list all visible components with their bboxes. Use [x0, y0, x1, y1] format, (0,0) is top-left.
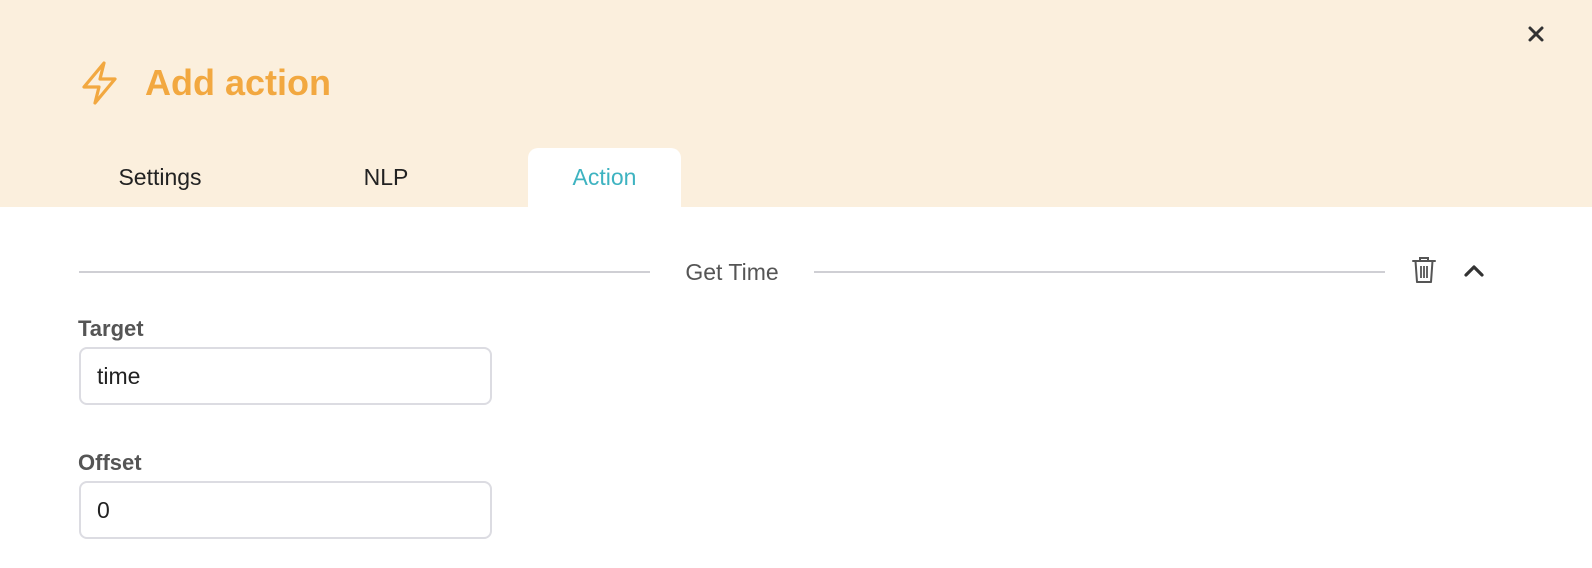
close-button[interactable]: [1522, 20, 1550, 48]
target-input[interactable]: [79, 347, 492, 405]
lightning-bolt-icon: [78, 60, 122, 106]
close-icon: [1528, 26, 1544, 42]
chevron-up-icon: [1464, 265, 1484, 277]
collapse-section-button[interactable]: [1461, 259, 1487, 281]
target-label: Target: [78, 316, 144, 341]
tab-nlp[interactable]: NLP: [286, 148, 486, 207]
delete-action-button[interactable]: [1410, 255, 1438, 285]
tab-action[interactable]: Action: [528, 148, 681, 207]
section-divider-left: [79, 271, 650, 273]
offset-input[interactable]: [79, 481, 492, 539]
tab-settings[interactable]: Settings: [60, 148, 260, 207]
dialog-title: Add action: [145, 62, 331, 103]
offset-label: Offset: [78, 450, 142, 475]
section-divider-right: [814, 271, 1385, 273]
trash-icon: [1412, 257, 1436, 283]
section-title: Get Time: [685, 259, 779, 285]
dialog-header: Add action Settings NLP Action: [0, 0, 1592, 207]
